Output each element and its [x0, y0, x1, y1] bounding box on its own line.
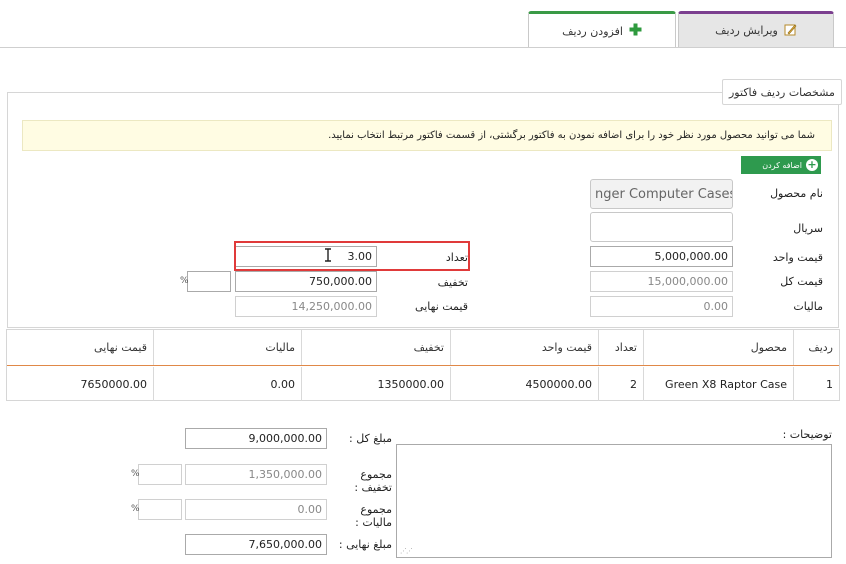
header-quantity[interactable]: تعداد — [598, 330, 643, 365]
discount-label: تخفیف — [437, 276, 468, 289]
discount-percent-field[interactable] — [187, 271, 231, 292]
notes-label: توضیحات : — [782, 428, 832, 441]
tax-field: 0.00 — [590, 296, 733, 317]
total-price-field: 15,000,000.00 — [590, 271, 733, 292]
tax-sum-field: 0.00 — [185, 499, 327, 520]
notice-text: شما می توانید محصول مورد نظر خود را برای… — [328, 130, 815, 141]
plus-circle-icon: + — [806, 158, 818, 171]
info-notice: شما می توانید محصول مورد نظر خود را برای… — [22, 120, 832, 151]
product-label: نام محصول — [770, 187, 823, 200]
unit-price-cell: 4500000.00 — [450, 367, 598, 401]
tax-cell: 0.00 — [153, 367, 301, 401]
tab-add-label: افزودن ردیف — [562, 24, 623, 38]
header-tax[interactable]: مالیات — [153, 330, 301, 365]
discount-field[interactable]: 750,000.00 — [235, 271, 377, 292]
discount-sum-percent-sign: % — [131, 469, 140, 479]
tax-sum-percent-sign: % — [131, 504, 140, 514]
fieldset-legend: مشخصات ردیف فاکتور — [722, 79, 842, 105]
tab-divider — [0, 47, 846, 48]
tab-add-row[interactable]: افزودن ردیف — [528, 11, 676, 48]
tax-label: مالیات — [793, 300, 823, 313]
row-number-cell: 1 — [793, 367, 839, 401]
tab-edit-row[interactable]: ویرایش ردیف — [678, 11, 834, 47]
final-price-field: 14,250,000.00 — [235, 296, 377, 317]
tax-sum-percent-field[interactable] — [138, 499, 182, 520]
header-product[interactable]: محصول — [643, 330, 793, 365]
tab-edit-label: ویرایش ردیف — [715, 24, 778, 37]
header-row-number[interactable]: ردیف — [793, 330, 839, 365]
unit-price-label: قیمت واحد — [772, 251, 823, 264]
add-product-button[interactable]: اضافه کردن + — [741, 156, 821, 174]
header-discount[interactable]: تخفیف — [301, 330, 450, 365]
table-header-row: ردیف محصول تعداد قیمت واحد تخفیف مالیات … — [7, 330, 839, 366]
final-price-label: قیمت نهایی — [415, 300, 468, 313]
product-field[interactable]: nger Computer Cases — [590, 179, 733, 209]
header-unit-price[interactable]: قیمت واحد — [450, 330, 598, 365]
invoice-items-table: ردیف محصول تعداد قیمت واحد تخفیف مالیات … — [6, 329, 840, 401]
total-amount-label: مبلغ کل : — [349, 432, 392, 445]
final-price-cell: 7650000.00 — [80, 377, 147, 391]
final-amount-label: مبلغ نهایی : — [338, 538, 392, 551]
discount-sum-field: 1,350,000.00 — [185, 464, 327, 485]
serial-label: سریال — [793, 222, 823, 235]
final-amount-field: 7,650,000.00 — [185, 534, 327, 555]
discount-percent-sign: % — [180, 276, 189, 286]
discount-sum-percent-field[interactable] — [138, 464, 182, 485]
total-price-label: قیمت کل — [780, 275, 823, 288]
quantity-highlight-box — [234, 241, 470, 271]
header-final-price[interactable]: قیمت نهایی — [7, 330, 153, 365]
plus-icon — [629, 23, 642, 39]
tax-sum-label: مجموع مالیات : — [355, 503, 392, 529]
add-button-label: اضافه کردن — [762, 160, 802, 170]
quantity-cell: 2 — [598, 367, 643, 401]
unit-price-field[interactable]: 5,000,000.00 — [590, 246, 733, 267]
notes-textarea[interactable]: ⋰⋰ — [396, 444, 832, 558]
product-cell: Green X8 Raptor Case — [643, 367, 793, 401]
discount-cell: 1350000.00 — [301, 367, 450, 401]
serial-field[interactable] — [590, 212, 733, 242]
total-amount-field: 9,000,000.00 — [185, 428, 327, 449]
table-row[interactable]: 1 Green X8 Raptor Case 2 4500000.00 1350… — [7, 367, 839, 401]
edit-icon — [784, 23, 797, 39]
text-cursor-icon — [324, 248, 332, 262]
discount-sum-label: مجموع تخفیف : — [354, 468, 392, 494]
resize-grip-icon: ⋰⋰ — [400, 547, 413, 555]
